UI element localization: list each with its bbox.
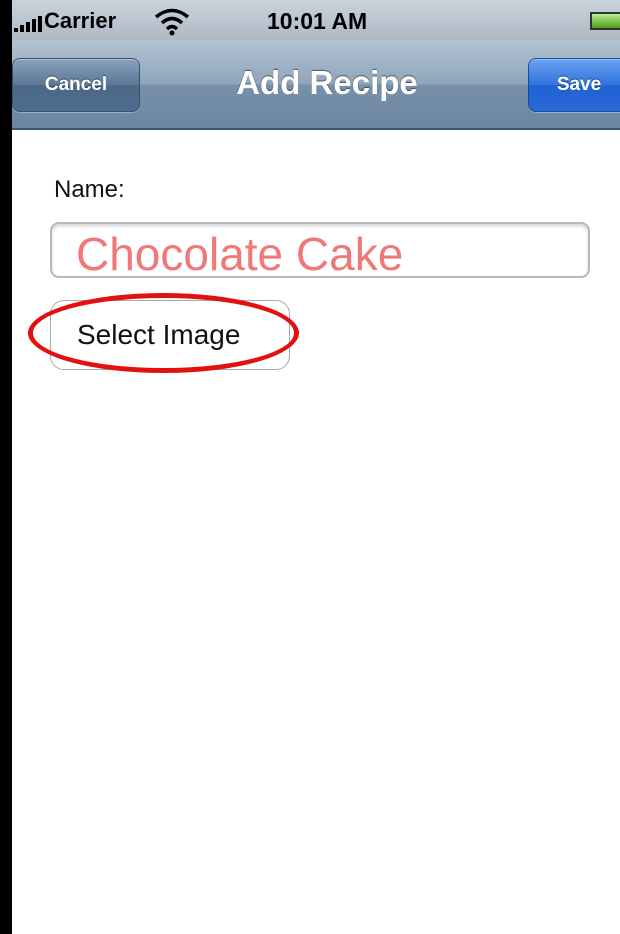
status-time: 10:01 AM <box>267 8 368 34</box>
navigation-bar: Cancel Add Recipe Save <box>12 40 620 130</box>
select-image-button[interactable]: Select Image <box>50 300 290 370</box>
battery-icon <box>590 12 620 30</box>
status-bar: Carrier 10:01 AM <box>12 0 620 40</box>
name-field-value: Chocolate Cake <box>76 228 404 280</box>
carrier-name: Carrier <box>44 8 117 33</box>
name-label: Name: <box>54 176 125 203</box>
name-field[interactable]: Chocolate Cake <box>50 222 590 280</box>
save-button[interactable]: Save <box>528 58 620 112</box>
app-screen: Carrier 10:01 AM Cancel Add Recipe Save … <box>12 0 620 934</box>
signal-bars-icon <box>14 16 42 32</box>
page-title: Add Recipe <box>236 64 418 101</box>
cancel-button[interactable]: Cancel <box>12 58 140 112</box>
wifi-icon <box>154 8 190 36</box>
select-image-label: Select Image <box>77 319 241 350</box>
